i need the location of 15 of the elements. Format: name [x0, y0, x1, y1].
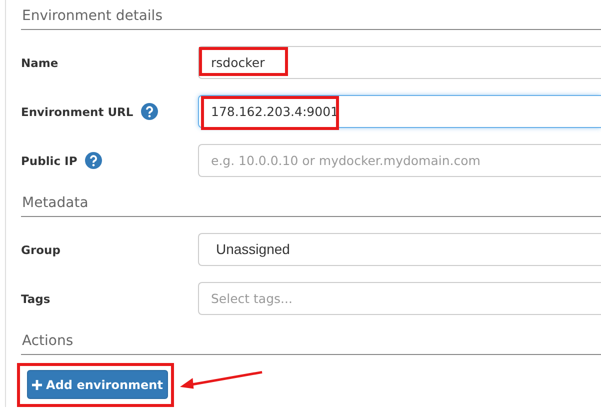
field-label: Public IP — [21, 154, 78, 168]
input-field[interactable]: rsdocker — [198, 46, 601, 79]
plus-icon — [32, 380, 42, 390]
help-icon[interactable] — [141, 103, 158, 120]
select-field[interactable]: Unassigned — [198, 233, 601, 266]
field-label: Tags — [21, 292, 50, 306]
section-heading: Metadata — [21, 193, 601, 217]
help-icon[interactable] — [85, 152, 102, 169]
add-button[interactable]: Add environment — [27, 370, 168, 399]
field-label: Name — [21, 56, 58, 70]
section-heading: Actions — [21, 331, 601, 355]
section-heading: Environment details — [21, 6, 601, 30]
field-label: Environment URL — [21, 104, 134, 118]
field-label: Group — [21, 242, 60, 256]
input-field[interactable]: 178.162.203.4:9001 — [198, 95, 601, 128]
